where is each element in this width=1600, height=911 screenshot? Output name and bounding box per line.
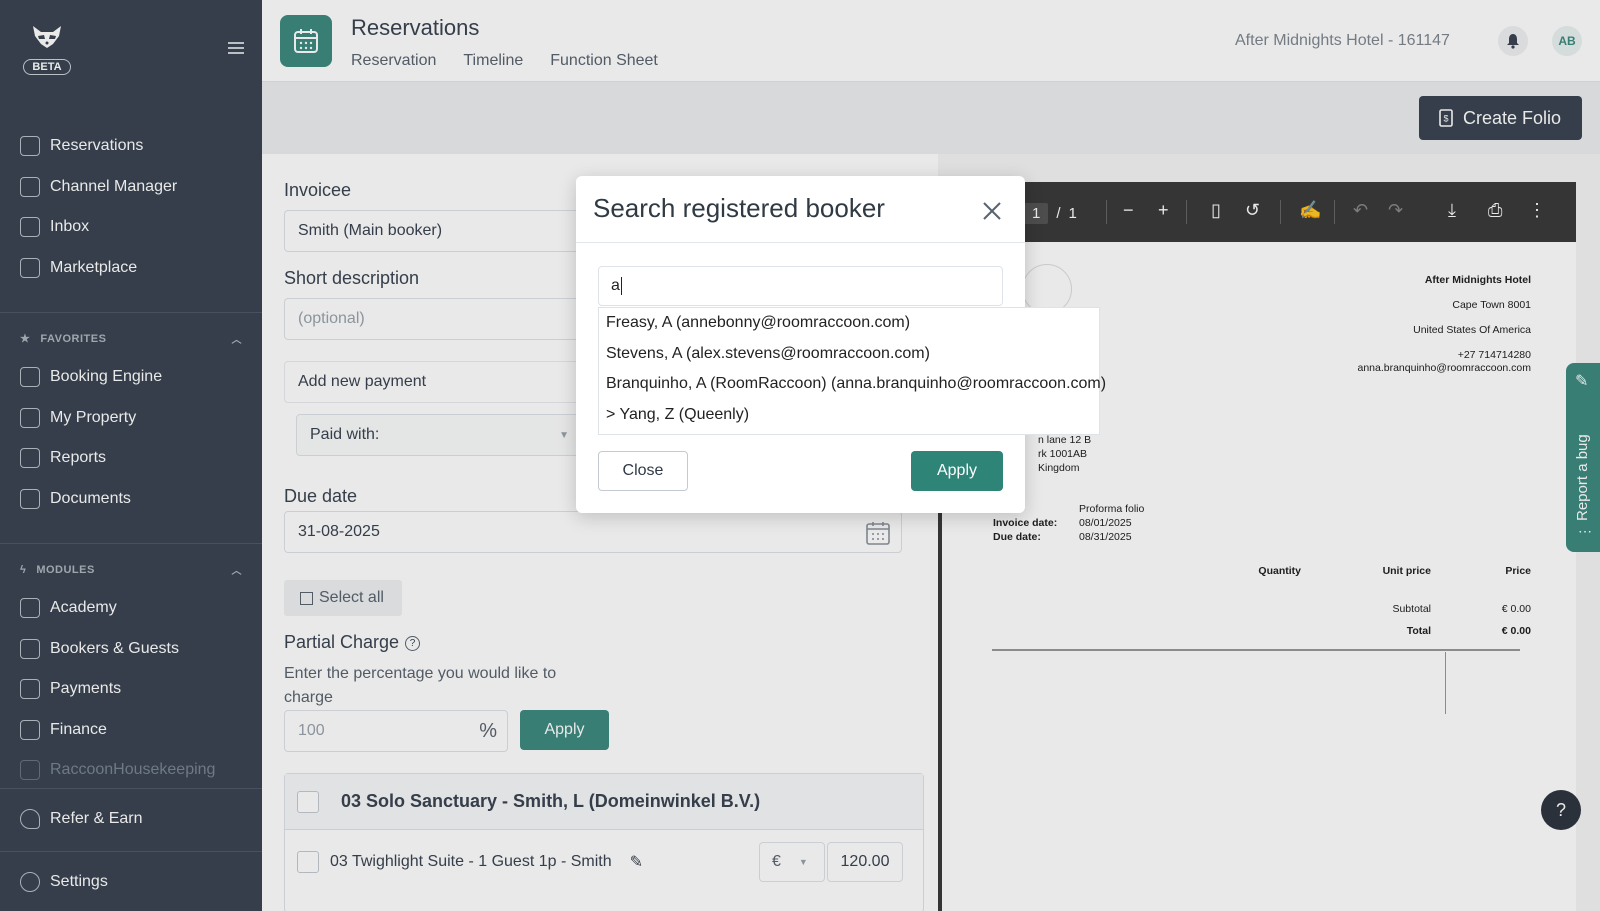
- booker-search-input[interactable]: a: [598, 266, 1003, 306]
- apply-button[interactable]: Apply: [911, 451, 1003, 491]
- modal-divider: [576, 242, 1025, 243]
- modal-title: Search registered booker: [593, 193, 885, 223]
- suggestion-option[interactable]: Stevens, A (alex.stevens@roomraccoon.com…: [599, 339, 1099, 370]
- text-cursor: [620, 277, 622, 295]
- close-icon[interactable]: [981, 200, 1003, 222]
- suggestion-option[interactable]: > Yang, Z (Queenly): [599, 400, 1099, 431]
- suggestion-option[interactable]: Freasy, A (annebonny@roomraccoon.com): [599, 308, 1099, 339]
- suggestion-option[interactable]: Branquinho, A (RoomRaccoon) (anna.branqu…: [599, 369, 1106, 400]
- close-button[interactable]: Close: [598, 451, 688, 491]
- search-value: a: [611, 277, 620, 294]
- booker-suggestions-list: Freasy, A (annebonny@roomraccoon.com) St…: [598, 307, 1106, 435]
